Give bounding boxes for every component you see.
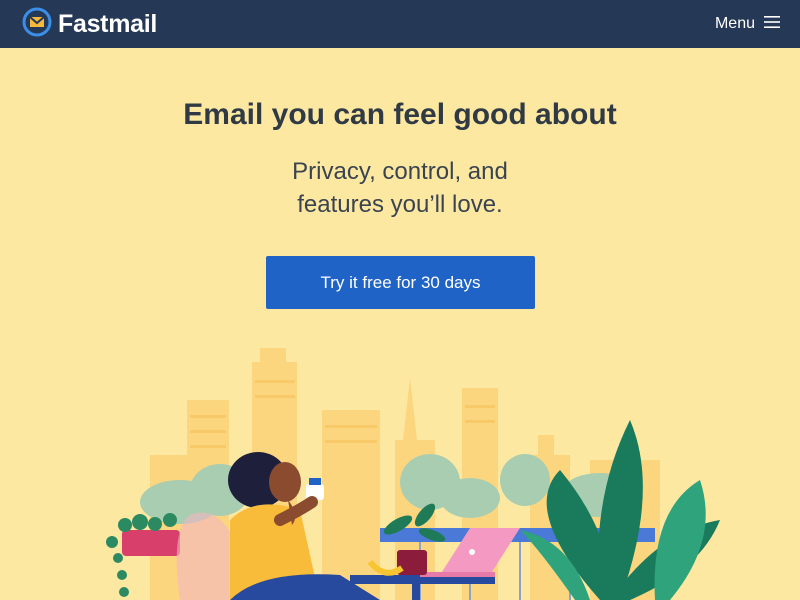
hero-headline: Email you can feel good about	[183, 98, 617, 131]
fastmail-logo-icon	[22, 7, 52, 42]
menu-label: Menu	[714, 15, 755, 32]
city-terrace-illustration	[106, 348, 720, 600]
brand-name: Fastmail	[58, 9, 158, 38]
hamburger-icon	[764, 15, 780, 33]
hero-illustration	[0, 330, 800, 600]
hero-subline-2: features you’ll love.	[297, 191, 503, 218]
menu-button[interactable]: Menu	[715, 15, 780, 33]
hero-subline-1: Privacy, control, and	[292, 158, 508, 185]
top-nav-bar: Fastmail Menu	[0, 0, 800, 48]
free-trial-button[interactable]: Try it free for 30 days	[266, 256, 535, 309]
brand-logo-link[interactable]: Fastmail	[22, 7, 157, 42]
